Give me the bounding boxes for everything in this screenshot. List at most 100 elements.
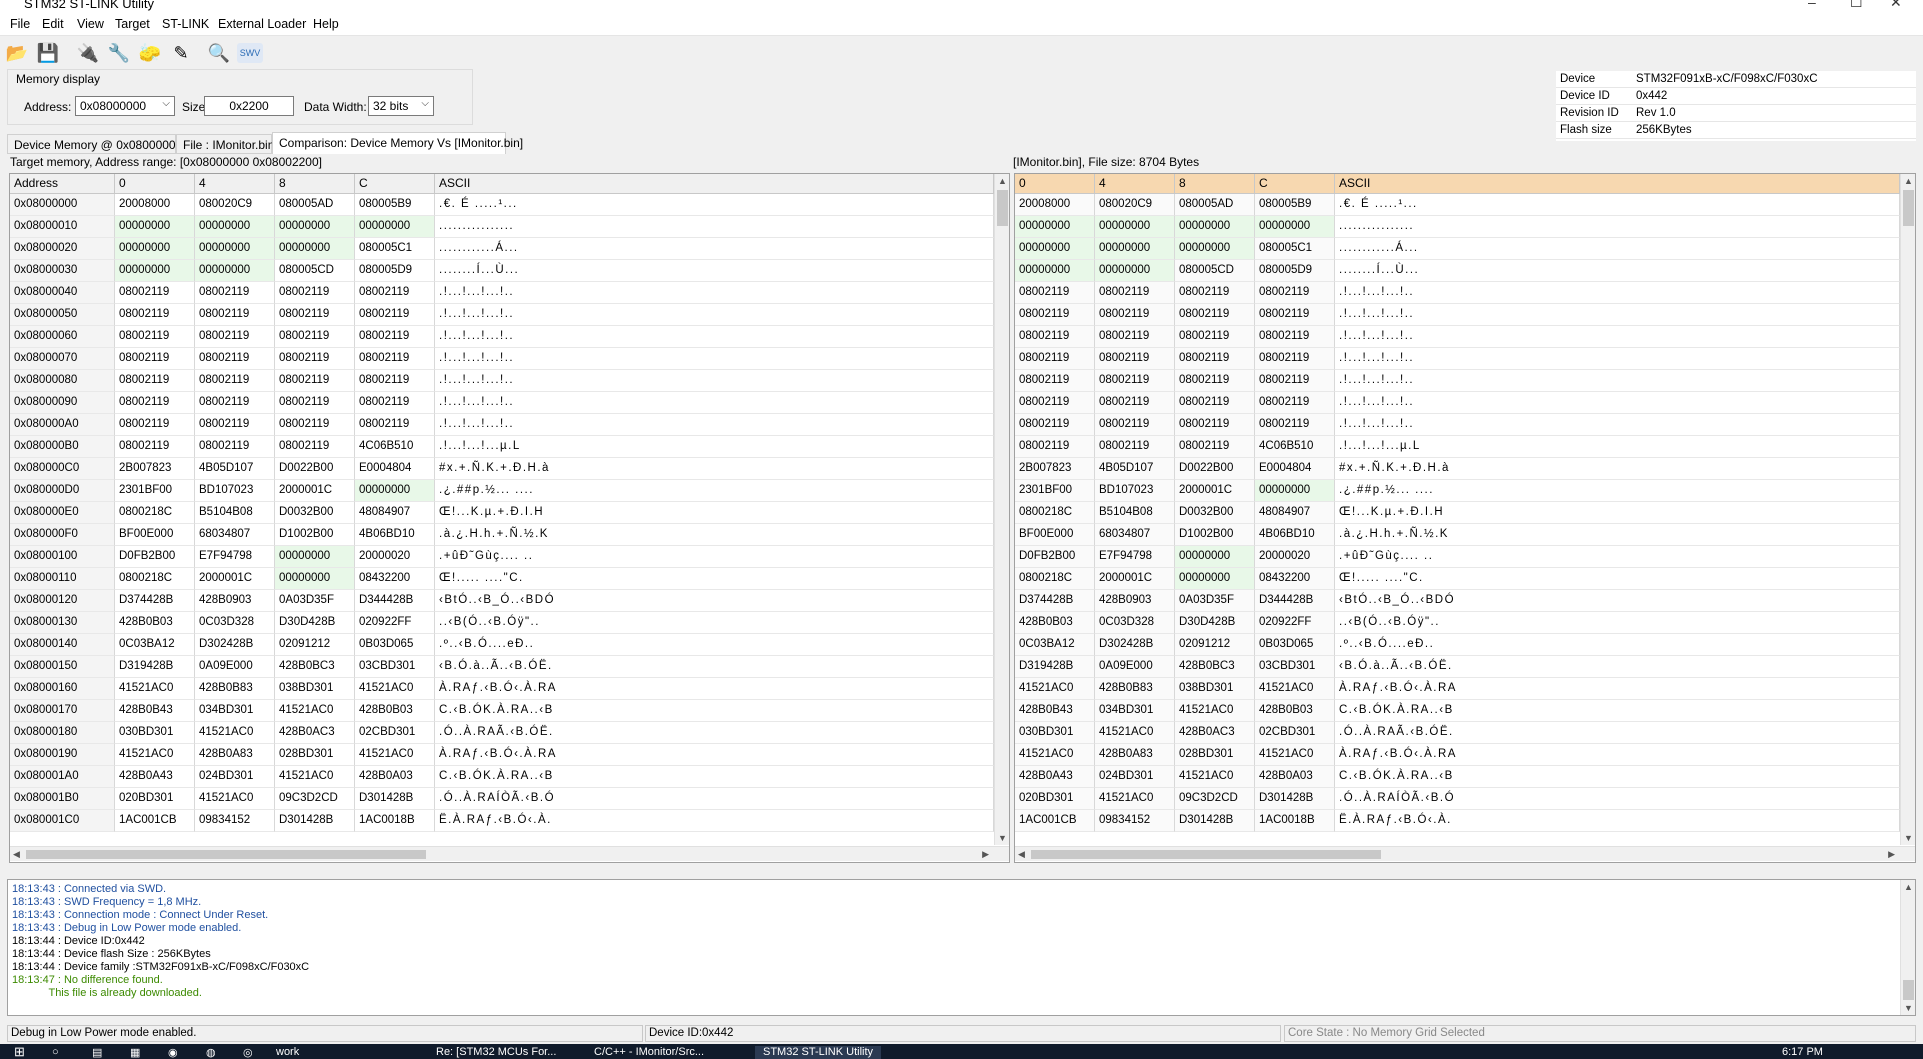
row-ascii: Œ!...K.µ.+.Ð.I.H xyxy=(435,502,994,524)
tab-device-memory[interactable]: Device Memory @ 0x08000000 : xyxy=(7,134,189,154)
scroll-right-icon[interactable]: ▶ xyxy=(1888,849,1895,860)
row-ascii: .Ó..À.RAÃ.‹B.ÓË. xyxy=(1335,722,1900,744)
taskbar-item-forum[interactable]: Re: [STM32 MCUs For... xyxy=(436,1046,556,1059)
menu-target[interactable]: Target xyxy=(115,17,150,31)
row-data-cell: 08432200 xyxy=(1255,568,1335,590)
device-info-row: Revision ID Rev 1.0 xyxy=(1556,105,1916,122)
scroll-down-icon[interactable]: ▼ xyxy=(998,833,1007,843)
device-info-row: Flash size 256KBytes xyxy=(1556,122,1916,139)
row-data-cell: 08002119 xyxy=(195,436,275,458)
chrome-icon[interactable]: ◎ xyxy=(243,1046,253,1059)
scroll-up-icon[interactable]: ▲ xyxy=(1904,176,1913,186)
taskbar-item-eclipse[interactable]: C/C++ - IMonitor/Src... xyxy=(594,1046,704,1059)
minimize-button[interactable]: – xyxy=(1808,0,1816,10)
log-panel: 18:13:43 : Connected via SWD. 18:13:43 : … xyxy=(7,879,1916,1016)
tab-file[interactable]: File : IMonitor.bin xyxy=(176,134,274,154)
row-ascii: .€. É ..­...¹... xyxy=(1335,194,1900,216)
row-address: 0x08000130 xyxy=(10,612,115,634)
file-explorer-icon[interactable]: ▤ xyxy=(92,1046,102,1059)
row-ascii: ‹BtÓ..‹B_Ó..‹BDÓ xyxy=(435,590,994,612)
disconnect-icon[interactable]: 🔧 xyxy=(106,40,132,66)
row-data-cell: 00000000 xyxy=(1175,568,1255,590)
scroll-thumb[interactable] xyxy=(997,190,1008,226)
scroll-thumb[interactable] xyxy=(1031,850,1381,859)
scroll-left-icon[interactable]: ◀ xyxy=(1018,849,1025,860)
row-data-cell: 08002119 xyxy=(275,370,355,392)
row-ascii: .!...!...!...!.. xyxy=(1335,326,1900,348)
row-data-cell: 08002119 xyxy=(1175,282,1255,304)
scroll-thumb[interactable] xyxy=(26,850,426,859)
scroll-thumb[interactable] xyxy=(1903,190,1914,226)
menu-external-loader[interactable]: External Loader xyxy=(218,17,306,31)
row-data-cell: 08002119 xyxy=(115,414,195,436)
row-data-cell: 428B0AC3 xyxy=(1175,722,1255,744)
row-data-cell: 41521AC0 xyxy=(1095,722,1175,744)
row-data-cell: 02091212 xyxy=(275,634,355,656)
row-data-cell: 08002119 xyxy=(115,282,195,304)
close-button[interactable]: ✕ xyxy=(1890,0,1902,11)
size-input[interactable]: 0x2200 xyxy=(204,96,294,116)
row-ascii: .Ó..À.RAÍÒÃ.‹B.Ó xyxy=(435,788,994,810)
row-address: 0x08000050 xyxy=(10,304,115,326)
row-data-cell: D30D428B xyxy=(275,612,355,634)
row-data-cell: 20008000 xyxy=(1015,194,1095,216)
windows-start-icon[interactable]: ⊞ xyxy=(14,1044,25,1059)
menu-file[interactable]: File xyxy=(10,17,30,31)
program-icon[interactable]: ✎ xyxy=(168,40,194,66)
row-ascii: À.RAƒ.‹B.Ó‹.À.RA xyxy=(1335,744,1900,766)
row-address: 0x08000020 xyxy=(10,238,115,260)
row-data-cell: 2B007823 xyxy=(115,458,195,480)
row-ascii: Œ!...K.µ.+.Ð.I.H xyxy=(1335,502,1900,524)
row-data-cell: 08002119 xyxy=(195,392,275,414)
left-horizontal-scrollbar[interactable]: ◀ ▶ xyxy=(10,846,1009,861)
row-data-cell: 08002119 xyxy=(1255,392,1335,414)
firefox-icon[interactable]: ◍ xyxy=(206,1046,216,1059)
row-address: 0x080001B0 xyxy=(10,788,115,810)
right-horizontal-scrollbar[interactable]: ◀ ▶ xyxy=(1015,846,1915,861)
file-memory-grid: 0 4 8 C ASCII 20008000 080020C9 080005AD 080005B… xyxy=(1014,173,1916,863)
scroll-up-icon[interactable]: ▲ xyxy=(998,176,1007,186)
left-vertical-scrollbar[interactable]: ▲ ▼ xyxy=(994,174,1009,845)
row-ascii: À.RAƒ.‹B.Ó‹.À.RA xyxy=(1335,678,1900,700)
row-data-cell: 4B05D107 xyxy=(195,458,275,480)
row-data-cell: 08002119 xyxy=(1175,348,1255,370)
row-data-cell: 080005AD xyxy=(1175,194,1255,216)
maximize-button[interactable]: ☐ xyxy=(1850,0,1863,11)
scroll-right-icon[interactable]: ▶ xyxy=(982,849,989,860)
outlook-icon[interactable]: ◉ xyxy=(168,1046,178,1059)
menu-view[interactable]: View xyxy=(77,17,104,31)
row-ascii: C.‹B.ÓK.À.RA..‹B xyxy=(1335,700,1900,722)
tab-comparison[interactable]: Comparison: Device Memory Vs [IMonitor.b… xyxy=(272,132,523,154)
scroll-down-icon[interactable]: ▼ xyxy=(1904,1003,1913,1013)
scroll-left-icon[interactable]: ◀ xyxy=(13,849,20,860)
grid-header-col-0: 0 xyxy=(1015,174,1095,194)
target-settings-icon[interactable]: 🔍 xyxy=(206,40,232,66)
save-icon[interactable]: 💾 xyxy=(35,40,61,66)
device-info-value: Rev 1.0 xyxy=(1636,107,1676,119)
status-bar: Debug in Low Power mode enabled. Device … xyxy=(0,1023,1923,1043)
menu-edit[interactable]: Edit xyxy=(42,17,64,31)
calculator-icon[interactable]: ▦ xyxy=(130,1046,140,1059)
log-vertical-scrollbar[interactable]: ▲ ▼ xyxy=(1900,880,1915,1015)
address-combo[interactable]: 0x08000000 ⌵ xyxy=(75,96,175,116)
row-data-cell: D319428B xyxy=(1015,656,1095,678)
connect-icon[interactable]: 🔌 xyxy=(75,40,101,66)
right-vertical-scrollbar[interactable]: ▲ ▼ xyxy=(1900,174,1915,845)
row-address: 0x08000120 xyxy=(10,590,115,612)
menu-st-link[interactable]: ST-LINK xyxy=(162,17,209,31)
taskbar-item-work[interactable]: work xyxy=(276,1046,299,1059)
scroll-down-icon[interactable]: ▼ xyxy=(1904,833,1913,843)
menu-help[interactable]: Help xyxy=(313,17,339,31)
row-data-cell: 038BD301 xyxy=(1175,678,1255,700)
scroll-thumb[interactable] xyxy=(1903,980,1914,1000)
row-data-cell: 08002119 xyxy=(1015,370,1095,392)
row-data-cell: 020922FF xyxy=(1255,612,1335,634)
data-width-combo[interactable]: 32 bits ⌵ xyxy=(368,96,434,116)
open-file-icon[interactable]: 📂 xyxy=(4,40,30,66)
row-ascii: .¿.##p.½... .... xyxy=(1335,480,1900,502)
swv-icon[interactable]: SWV xyxy=(237,43,263,63)
scroll-up-icon[interactable]: ▲ xyxy=(1904,882,1913,892)
taskbar-item-stlink[interactable]: STM32 ST-LINK Utility xyxy=(755,1046,882,1059)
erase-icon[interactable]: 🧽 xyxy=(137,40,163,66)
search-icon[interactable]: ○ xyxy=(52,1046,59,1059)
